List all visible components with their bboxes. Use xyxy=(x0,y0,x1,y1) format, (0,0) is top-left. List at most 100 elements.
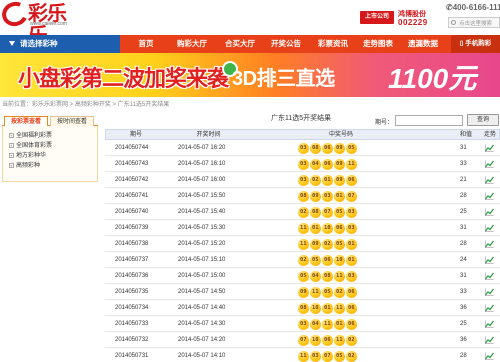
period-cell: 2014050731 xyxy=(115,353,149,359)
period-cell: 2014050744 xyxy=(115,145,149,151)
tab-by-lottery[interactable]: 按彩票查看 xyxy=(4,116,48,126)
trend-chart-icon[interactable] xyxy=(485,256,494,264)
winning-numbers: 09 11 05 02 06 xyxy=(298,287,358,298)
category-label: 请选择彩种 xyxy=(20,39,58,48)
period-input[interactable] xyxy=(395,115,463,126)
col-numbers: 中奖号码 xyxy=(328,132,353,138)
number-ball: 07 xyxy=(346,191,357,202)
time-cell: 2014-05-07 14:40 xyxy=(178,305,226,311)
number-ball: 05 xyxy=(334,351,345,362)
page-title: 广东11选5开奖结果 xyxy=(271,115,332,122)
site-logo[interactable]: 彩乐乐 www.cailele.com xyxy=(0,0,82,46)
winning-numbers: 03 08 06 09 05 xyxy=(298,143,358,154)
sum-cell: 24 xyxy=(460,257,467,263)
number-ball: 04 xyxy=(310,271,321,282)
table-row: 2014050738 2014-05-07 15:20 11 09 02 05 01 28 xyxy=(105,237,500,252)
trend-chart-icon[interactable] xyxy=(485,192,494,200)
number-ball: 01 xyxy=(310,223,321,234)
lottery-filter-panel: 按彩票查看 按时间查看 + 全国福利彩票 + 全国体育彩票 + 地方彩种华 + 高频彩种 xyxy=(0,114,100,184)
winning-numbers: 03 02 01 09 06 xyxy=(298,175,358,186)
table-row: 2014050744 2014-05-07 16:20 03 08 06 09 05 31 xyxy=(105,141,500,156)
sum-cell: 21 xyxy=(460,177,467,183)
stock-code: 002229 xyxy=(398,18,428,27)
tab-by-time[interactable]: 按时间查看 xyxy=(50,116,94,126)
header-search[interactable]: 点击这里搜索 xyxy=(448,17,500,28)
nav-item-group-buy[interactable]: 合买大厅 xyxy=(218,35,262,53)
number-ball: 09 xyxy=(298,287,309,298)
time-cell: 2014-05-07 14:20 xyxy=(178,337,226,343)
winning-numbers: 03 04 06 09 11 xyxy=(298,159,358,170)
trend-chart-icon[interactable] xyxy=(485,208,494,216)
number-ball: 06 xyxy=(322,159,333,170)
winning-numbers: 03 04 11 01 06 xyxy=(298,319,358,330)
trend-chart-icon[interactable] xyxy=(485,144,494,152)
trend-chart-icon[interactable] xyxy=(485,304,494,312)
number-ball: 11 xyxy=(298,351,309,362)
nav-item-buy-hall[interactable]: 购彩大厅 xyxy=(170,35,214,53)
number-ball: 11 xyxy=(322,319,333,330)
table-row: 2014050737 2014-05-07 15:10 02 05 06 10 01 24 xyxy=(105,253,500,268)
trend-chart-icon[interactable] xyxy=(485,160,494,168)
trend-chart-icon[interactable] xyxy=(485,272,494,280)
trend-chart-icon[interactable] xyxy=(485,240,494,248)
table-row: 2014050736 2014-05-07 15:00 05 04 08 11 03 31 xyxy=(105,269,500,284)
number-ball: 03 xyxy=(298,319,309,330)
trend-chart-icon[interactable] xyxy=(485,336,494,344)
period-cell: 2014050743 xyxy=(115,161,149,167)
number-ball: 01 xyxy=(334,319,345,330)
sum-cell: 28 xyxy=(460,241,467,247)
number-ball: 03 xyxy=(322,191,333,202)
number-ball: 03 xyxy=(346,207,357,218)
number-ball: 08 xyxy=(298,191,309,202)
number-ball: 08 xyxy=(310,143,321,154)
query-button[interactable]: 查询 xyxy=(467,114,499,126)
number-ball: 03 xyxy=(298,175,309,186)
number-ball: 05 xyxy=(310,255,321,266)
expand-icon: + xyxy=(9,142,14,148)
nav-item-news[interactable]: 彩票资讯 xyxy=(311,35,355,53)
promo-banner[interactable]: 小盘彩第二波加奖来袭 3D排三直选 1100元 xyxy=(0,53,500,97)
trend-chart-icon[interactable] xyxy=(485,288,494,296)
chevron-down-icon xyxy=(9,41,15,46)
time-cell: 2014-05-07 15:00 xyxy=(178,273,226,279)
banner-subheadline: 3D排三直选 xyxy=(232,68,335,90)
number-ball: 03 xyxy=(298,159,309,170)
category-item-high-freq[interactable]: + 高频彩种 xyxy=(9,162,40,171)
winning-numbers: 05 04 08 11 03 xyxy=(298,271,358,282)
time-cell: 2014-05-07 15:20 xyxy=(178,241,226,247)
site-header: 彩乐乐 www.cailele.com 上市公司 鸿博股份 002229 ✆40… xyxy=(0,0,500,46)
trend-chart-icon[interactable] xyxy=(485,320,494,328)
period-cell: 2014050737 xyxy=(115,257,149,263)
time-cell: 2014-05-07 15:50 xyxy=(178,193,226,199)
category-item-welfare[interactable]: + 全国福利彩票 xyxy=(9,132,52,141)
period-cell: 2014050734 xyxy=(115,305,149,311)
number-ball: 04 xyxy=(310,159,321,170)
trend-chart-icon[interactable] xyxy=(485,224,494,232)
nav-item-draw-results[interactable]: 开奖公告 xyxy=(264,35,308,53)
nav-item-trend-charts[interactable]: 走势图表 xyxy=(356,35,400,53)
category-item-sports[interactable]: + 全国体育彩票 xyxy=(9,142,52,151)
trend-chart-icon[interactable] xyxy=(485,352,494,360)
number-ball: 07 xyxy=(322,351,333,362)
number-ball: 02 xyxy=(322,239,333,250)
number-ball: 01 xyxy=(322,303,333,314)
period-cell: 2014050738 xyxy=(115,241,149,247)
number-ball: 02 xyxy=(298,207,309,218)
number-ball: 09 xyxy=(334,159,345,170)
trend-chart-icon[interactable] xyxy=(485,176,494,184)
winning-numbers: 08 09 03 01 07 xyxy=(298,191,358,202)
results-table-header: 期号 开奖时间 中奖号码 和值 走势 xyxy=(105,129,500,140)
winning-numbers: 08 10 01 11 06 xyxy=(298,303,358,314)
nav-item-home[interactable]: 首页 xyxy=(126,35,166,53)
number-ball: 08 xyxy=(322,271,333,282)
time-cell: 2014-05-07 14:30 xyxy=(178,321,226,327)
category-item-local[interactable]: + 地方彩种华 xyxy=(9,152,46,161)
number-ball: 06 xyxy=(322,335,333,346)
period-cell: 2014050735 xyxy=(115,289,149,295)
nav-item-missing-data[interactable]: 遗漏数据 xyxy=(401,35,445,53)
filter-tabs: 按彩票查看 按时间查看 xyxy=(2,114,98,126)
number-ball: 06 xyxy=(346,175,357,186)
hotline: ✆400-6166-111 xyxy=(446,3,500,12)
mobile-buy-button[interactable]: ▯ 手机购彩 xyxy=(451,35,500,53)
lottery-category-dropdown[interactable]: 请选择彩种 xyxy=(0,35,120,53)
